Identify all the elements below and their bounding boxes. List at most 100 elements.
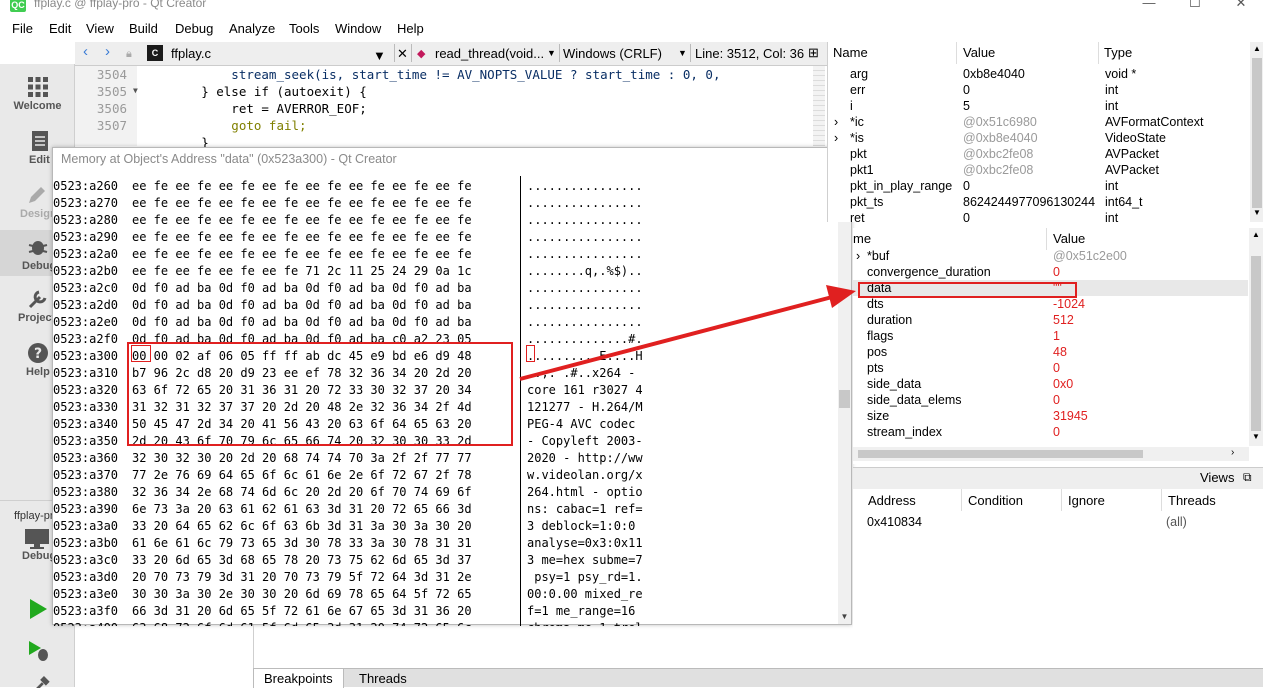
bp-header-threads[interactable]: Threads (1168, 493, 1216, 508)
locals-row[interactable]: pkt1 @0xbc2fe08 AVPacket (828, 162, 1248, 178)
memory-scrollbar[interactable]: ▲ ▼ (838, 176, 851, 624)
maximize-button[interactable]: ☐ (1172, 0, 1218, 15)
locals-row[interactable]: pkt_ts 8624244977096130244 int64_t (828, 194, 1248, 210)
locals-header-value[interactable]: Value (963, 42, 995, 64)
scroll-up-icon[interactable]: ▲ (1250, 44, 1263, 53)
menu-edit[interactable]: Edit (49, 21, 71, 36)
local-value: 0 (963, 211, 970, 225)
menu-file[interactable]: File (12, 21, 33, 36)
expression-row[interactable]: side_data_elems 0 (853, 392, 1248, 408)
local-name: pkt1 (850, 163, 874, 177)
editor-scrollbar[interactable] (813, 66, 825, 146)
menu-analyze[interactable]: Analyze (229, 21, 275, 36)
bp-header-condition[interactable]: Condition (968, 493, 1023, 508)
expression-row[interactable]: size 31945 (853, 408, 1248, 424)
locals-row[interactable]: ret 0 int (828, 210, 1248, 226)
scroll-right-icon[interactable]: › (1231, 447, 1234, 458)
line-ending-selector[interactable]: Windows (CRLF) (563, 46, 662, 61)
breakpoints-table[interactable]: Address Condition Ignore Threads 0x41083… (853, 489, 1263, 659)
menu-view[interactable]: View (86, 21, 114, 36)
mode-edit-label: Edit (29, 154, 50, 166)
scroll-up-icon[interactable]: ▲ (1249, 230, 1263, 239)
expression-row[interactable]: stream_index 0 (853, 424, 1248, 440)
tab-threads[interactable]: Threads (349, 669, 417, 688)
expr-hscrollbar[interactable]: › (853, 447, 1249, 461)
locals-row[interactable]: › *ic @0x51c6980 AVFormatContext (828, 114, 1248, 130)
fold-arrow-icon[interactable]: ▼ (133, 86, 138, 95)
close-button[interactable]: ✕ (1218, 0, 1263, 15)
memory-window[interactable]: Memory at Object's Address "data" (0x523… (52, 147, 852, 626)
locals-row[interactable]: pkt_in_play_range 0 int (828, 178, 1248, 194)
tab-breakpoints[interactable]: Breakpoints (253, 669, 344, 688)
scroll-thumb[interactable] (1251, 256, 1261, 431)
menu-debug[interactable]: Debug (175, 21, 213, 36)
menu-tools[interactable]: Tools (289, 21, 319, 36)
code-editor[interactable]: 3504 3505 3506 3507 ▼ stream_seek(is, st… (75, 66, 827, 150)
expr-name: side_data (867, 377, 922, 391)
minimize-button[interactable]: — (1126, 0, 1172, 15)
close-file-icon[interactable]: ✕ (397, 46, 408, 62)
float-panel-icon[interactable]: ⧉ (1243, 470, 1252, 485)
expression-row[interactable]: pos 48 (853, 344, 1248, 360)
expression-row[interactable]: convergence_duration 0 (853, 264, 1248, 280)
forward-arrow-icon[interactable]: › (105, 43, 110, 60)
expr-header-value[interactable]: Value (1053, 228, 1085, 250)
local-name: ret (850, 211, 865, 225)
locals-header-type[interactable]: Type (1104, 42, 1132, 64)
hscroll-thumb[interactable] (858, 450, 1143, 458)
panel-splitter[interactable] (253, 625, 254, 670)
memory-ascii: 2020 - http://ww (527, 451, 643, 465)
expression-row[interactable]: › *buf @0x51c2e00 (853, 248, 1248, 264)
expression-row[interactable]: pts 0 (853, 360, 1248, 376)
views-button[interactable]: Views (1200, 470, 1234, 485)
bp-header-address[interactable]: Address (868, 493, 916, 508)
build-button[interactable] (0, 676, 75, 688)
breakpoint-row[interactable]: 0x410834 (all) (853, 513, 1263, 531)
locals-row[interactable]: err 0 int (828, 82, 1248, 98)
expression-row[interactable]: dts -1024 (853, 296, 1248, 312)
c-file-icon: C (147, 45, 163, 61)
menu-build[interactable]: Build (129, 21, 158, 36)
locals-row[interactable]: arg 0xb8e4040 void * (828, 66, 1248, 82)
local-type: int64_t (1105, 195, 1143, 209)
expression-row[interactable]: flags 1 (853, 328, 1248, 344)
cursor-position[interactable]: Line: 3512, Col: 36 (695, 46, 804, 61)
expressions-view[interactable]: me Value › *buf @0x51c2e00 convergence_dura… (853, 228, 1263, 464)
tree-expander-icon[interactable]: › (834, 114, 838, 130)
back-arrow-icon[interactable]: ‹ (83, 43, 88, 60)
debug-run-button[interactable] (0, 640, 75, 672)
locals-row[interactable]: › *is @0xb8e4040 VideoState (828, 130, 1248, 146)
expr-header-name[interactable]: me (853, 228, 871, 250)
chevron-down-icon[interactable]: ▼ (678, 48, 687, 58)
function-symbol-icon: ◆ (417, 48, 426, 60)
locals-row[interactable]: i 5 int (828, 98, 1248, 114)
locals-view[interactable]: Name Value Type arg 0xb8e4040 void * err 0 in… (827, 42, 1263, 225)
tree-expander-icon[interactable]: › (856, 248, 860, 264)
memory-ascii: 3 deblock=1:0:0 (527, 519, 643, 533)
expr-name: pos (867, 345, 888, 359)
menu-help[interactable]: Help (397, 21, 424, 36)
scroll-down-icon[interactable]: ▼ (838, 612, 851, 624)
memory-ascii: analyse=0x3:0x11 (527, 536, 643, 550)
chevron-down-icon[interactable]: ▼ (373, 48, 386, 63)
function-selector[interactable]: read_thread(void... (435, 46, 544, 61)
menu-window[interactable]: Window (335, 21, 381, 36)
bp-header-ignore[interactable]: Ignore (1068, 493, 1105, 508)
locals-scrollbar[interactable]: ▲ ▼ (1250, 42, 1263, 222)
chevron-down-icon[interactable]: ▼ (547, 48, 556, 58)
locals-row[interactable]: pkt @0xbc2fe08 AVPacket (828, 146, 1248, 162)
scroll-thumb[interactable] (1252, 58, 1262, 208)
expression-row[interactable]: side_data 0x0 (853, 376, 1248, 392)
expression-row[interactable]: duration 512 (853, 312, 1248, 328)
scroll-down-icon[interactable]: ▼ (1249, 432, 1263, 441)
memory-address: 0523:a310 (53, 366, 119, 380)
scroll-thumb[interactable] (839, 390, 850, 408)
mode-welcome[interactable]: Welcome (0, 76, 75, 122)
locals-header-name[interactable]: Name (833, 42, 868, 64)
expr-scrollbar[interactable]: ▲ ▼ (1249, 228, 1263, 446)
split-icon[interactable]: ⊞ (808, 45, 819, 61)
tree-expander-icon[interactable]: › (834, 130, 838, 146)
memory-ascii: ..............#. (527, 332, 643, 346)
file-selector[interactable]: ffplay.c (171, 46, 211, 61)
scroll-down-icon[interactable]: ▼ (1250, 208, 1263, 217)
